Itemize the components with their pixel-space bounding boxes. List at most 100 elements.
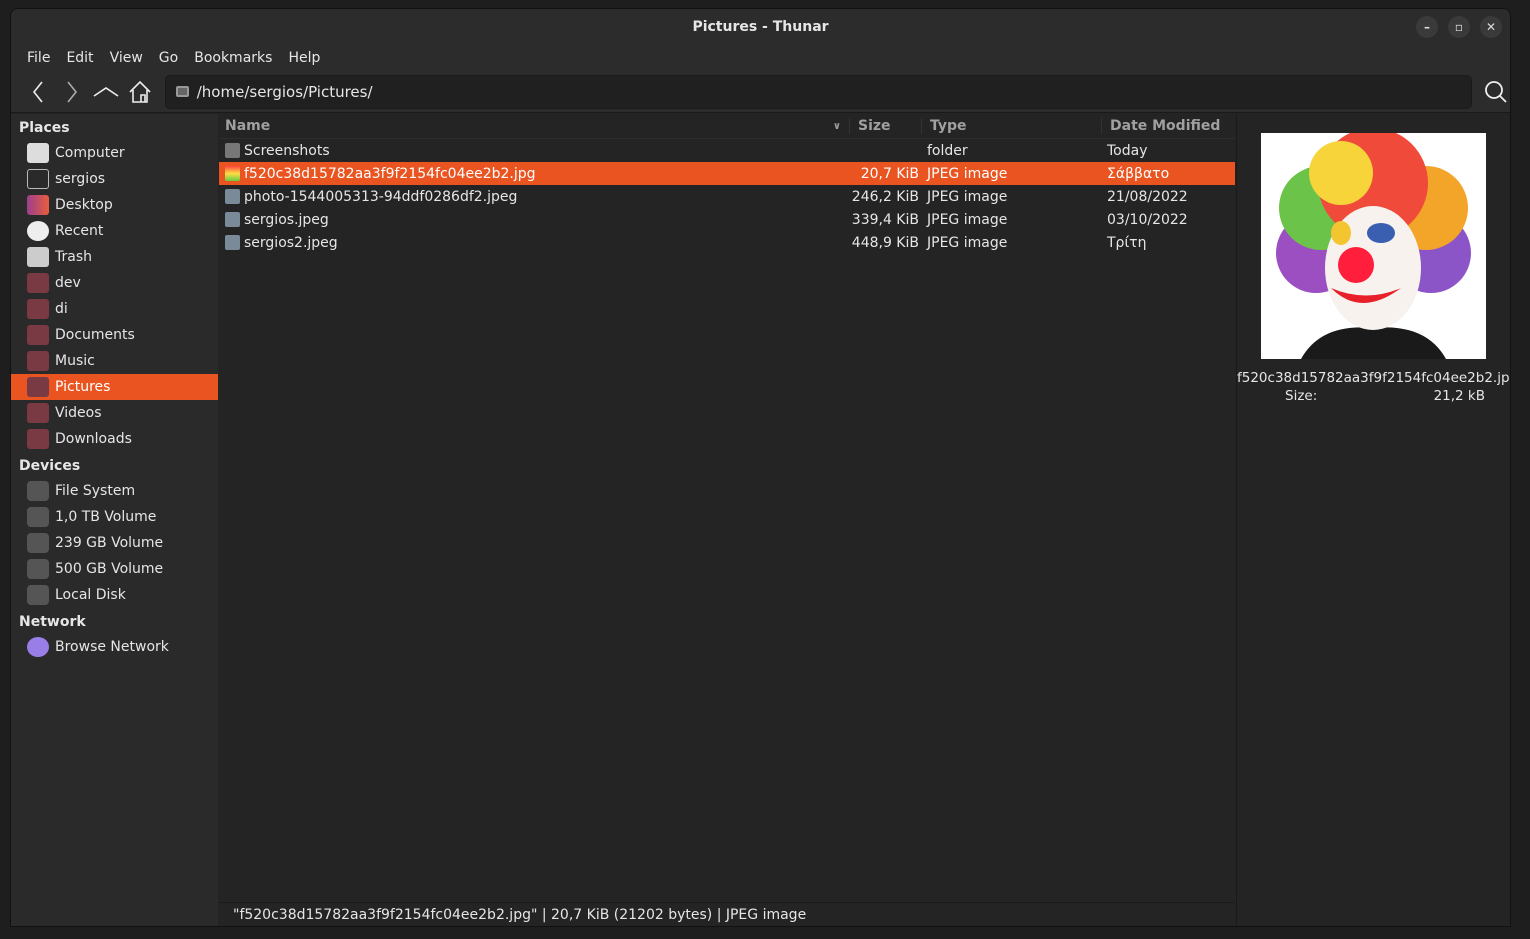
folder-icon [27,429,49,449]
image-thumbnail-icon [225,166,240,181]
status-bar: "f520c38d15782aa3f9f2154fc04ee2b2.jpg" |… [219,902,1235,926]
sidebar-item-browse-network[interactable]: Browse Network [11,634,218,660]
file-date: Today [1107,142,1148,159]
file-row[interactable]: f520c38d15782aa3f9f2154fc04ee2b2.jpg 20,7… [219,162,1235,185]
back-button[interactable] [21,76,55,108]
file-type: JPEG image [927,234,1008,251]
sidebar-item-recent[interactable]: Recent [11,218,218,244]
sidebar-item-label: Browse Network [55,639,169,655]
sidebar-item-label: Documents [55,327,135,343]
file-name-cell: Screenshots [219,143,849,159]
menu-file[interactable]: File [19,50,58,66]
search-button[interactable] [1482,80,1510,104]
sidebar-item-sergios[interactable]: sergios [11,166,218,192]
close-button[interactable]: ✕ [1480,16,1502,38]
home-button[interactable] [123,76,157,108]
maximize-button[interactable]: ▫ [1448,16,1470,38]
file-type: folder [927,142,968,159]
pictures-folder-icon [175,86,189,97]
chevron-right-icon [67,81,77,102]
column-type[interactable]: Type [921,118,1101,134]
image-thumbnail-icon [225,189,240,204]
drive-icon [27,559,49,579]
menu-bookmarks[interactable]: Bookmarks [186,50,280,66]
search-icon [1484,80,1507,103]
file-size: 246,2 KiB [851,188,919,205]
location-bar[interactable]: /home/sergios/Pictures/ [164,74,1472,109]
file-row[interactable]: sergios2.jpeg 448,9 KiB JPEG image Τρίτη [219,231,1235,254]
window-title: Pictures - Thunar [692,19,829,35]
sidebar-item-label: File System [55,483,136,499]
menu-edit[interactable]: Edit [58,50,101,66]
drive-icon [27,481,49,501]
file-size: 20,7 KiB [860,165,919,182]
toolbar: /home/sergios/Pictures/ [11,71,1510,113]
file-size: 339,4 KiB [851,211,919,228]
sidebar-item-label: 500 GB Volume [55,561,164,577]
file-name-cell: f520c38d15782aa3f9f2154fc04ee2b2.jpg [219,166,849,182]
up-button[interactable] [89,76,123,108]
home-icon [27,169,49,189]
folder-icon [27,403,49,423]
sidebar-item-dev[interactable]: dev [11,270,218,296]
file-type: JPEG image [927,211,1008,228]
menu-go[interactable]: Go [151,50,186,66]
chevron-left-icon [32,81,43,102]
file-date: Σάββατο [1107,165,1170,182]
sidebar-item-1-0-tb-volume[interactable]: 1,0 TB Volume [11,504,218,530]
file-name-cell: sergios2.jpeg [219,235,849,251]
file-row[interactable]: sergios.jpeg 339,4 KiB JPEG image 03/10/202… [219,208,1235,231]
sidebar-section-header: Network [19,614,86,630]
chevron-up-icon [93,86,119,97]
sidebar-item-label: Downloads [55,431,132,447]
sidebar-item-desktop[interactable]: Desktop [11,192,218,218]
file-row[interactable]: photo-1544005313-94ddf0286df2.jpeg 246,2 … [219,185,1235,208]
recent-icon [27,221,49,241]
sidebar-item-computer[interactable]: Computer [11,140,218,166]
sidebar-item-239-gb-volume[interactable]: 239 GB Volume [11,530,218,556]
sort-chevron-icon: ∨ [832,120,841,132]
home-icon [129,80,151,103]
location-path: /home/sergios/Pictures/ [196,82,373,101]
forward-button[interactable] [55,76,89,108]
sidebar-item-videos[interactable]: Videos [11,400,218,426]
folder-icon [27,273,49,293]
folder-icon [27,351,49,371]
column-size[interactable]: Size [849,118,921,134]
sidebar-item-file-system[interactable]: File System [11,478,218,504]
menu-view[interactable]: View [102,50,151,66]
network-icon [27,637,49,657]
file-date: 21/08/2022 [1107,188,1188,205]
sidebar-item-trash[interactable]: Trash [11,244,218,270]
menu-bar: File Edit View Go Bookmarks Help [11,45,1510,71]
column-header: Name ∨ Size Type Date Modified [219,114,1235,139]
minimize-button[interactable]: – [1416,16,1438,38]
sidebar-item-documents[interactable]: Documents [11,322,218,348]
column-date[interactable]: Date Modified [1101,118,1220,134]
menu-help[interactable]: Help [280,50,328,66]
sidebar-item-di[interactable]: di [11,296,218,322]
preview-filename: f520c38d15782aa3f9f2154fc04ee2b2.jpg [1237,370,1511,386]
thunar-window: Pictures - Thunar – ▫ ✕ File Edit View G… [10,8,1511,927]
sidebar-item-pictures[interactable]: Pictures [11,374,218,400]
file-type: JPEG image [927,165,1008,182]
preview-image [1261,128,1486,359]
drive-icon [27,585,49,605]
title-bar: Pictures - Thunar – ▫ ✕ [11,9,1510,45]
drive-icon [27,533,49,553]
sidebar-item-downloads[interactable]: Downloads [11,426,218,452]
sidebar-item-local-disk[interactable]: Local Disk [11,582,218,608]
sidebar-item-label: Music [55,353,95,369]
file-row[interactable]: Screenshots folder Today [219,139,1235,162]
sidebar-item-label: 239 GB Volume [55,535,164,551]
sidebar-section-header: Devices [19,458,81,474]
sidebar-item-label: di [55,301,68,317]
preview-size: Size: 21,2 kB [1285,388,1485,404]
sidebar: Places Computer sergios Desktop Recent Trash d… [11,114,218,926]
sidebar-item-music[interactable]: Music [11,348,218,374]
file-list: Name ∨ Size Type Date Modified Screenshot… [219,114,1235,902]
column-name[interactable]: Name ∨ [219,118,849,134]
sidebar-item-500-gb-volume[interactable]: 500 GB Volume [11,556,218,582]
image-thumbnail-icon [225,235,240,250]
computer-icon [27,143,49,163]
